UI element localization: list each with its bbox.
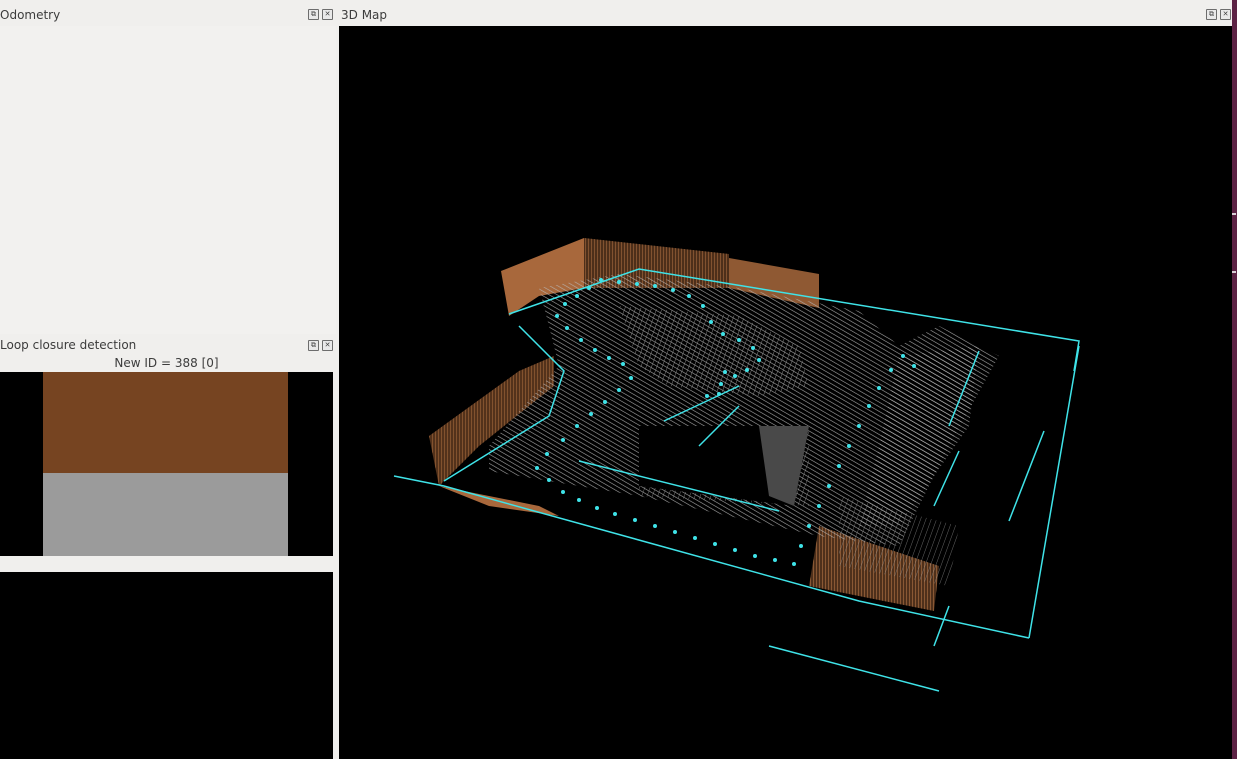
loop-closure-panel-title: Loop closure detection [0, 338, 137, 352]
odometry-close-icon[interactable]: ✕ [322, 9, 333, 20]
image-floor-region [43, 473, 288, 556]
loop-closure-image [0, 372, 333, 556]
map3d-render [393, 238, 1080, 692]
new-id-label: New ID = 388 [0] [114, 356, 219, 370]
map3d-dock-buttons: ⧉ ✕ [1206, 9, 1231, 20]
map3d-panel-title: 3D Map [341, 8, 388, 22]
odometry-dock-buttons: ⧉ ✕ [308, 9, 333, 20]
loop-closure-dock-buttons: ⧉ ✕ [308, 340, 333, 351]
loop-closure-loop-image [0, 572, 333, 759]
desktop-edge [1232, 0, 1237, 759]
odometry-float-icon[interactable]: ⧉ [308, 9, 319, 20]
odometry-view[interactable] [0, 26, 336, 334]
odometry-panel-title: Odometry [0, 8, 61, 22]
map3d-close-icon[interactable]: ✕ [1220, 9, 1231, 20]
loop-closure-float-icon[interactable]: ⧉ [308, 340, 319, 351]
image-wall-region [43, 372, 288, 473]
map3d-float-icon[interactable]: ⧉ [1206, 9, 1217, 20]
map3d-view[interactable] [339, 26, 1232, 759]
loop-closure-close-icon[interactable]: ✕ [322, 340, 333, 351]
